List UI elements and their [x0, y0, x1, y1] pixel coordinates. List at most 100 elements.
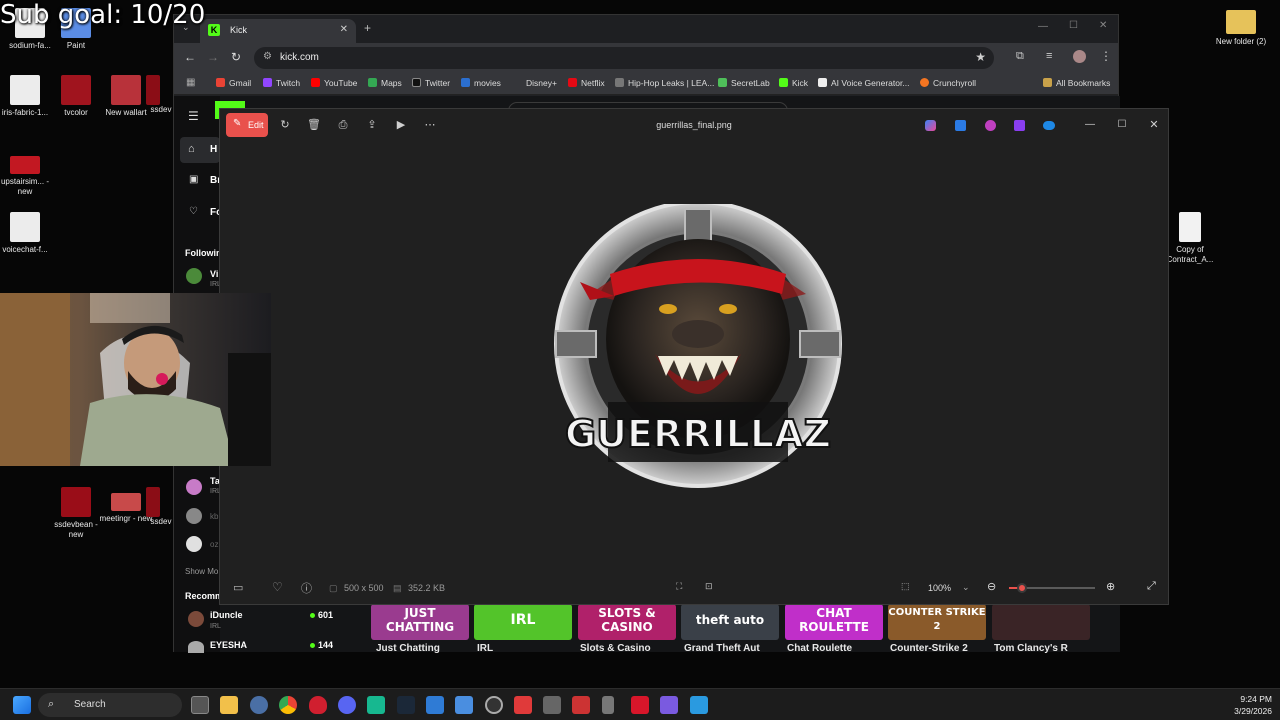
hamburger-icon[interactable]: ☰: [188, 109, 199, 123]
media-icon[interactable]: ≡: [1046, 50, 1052, 62]
favorite-heart-icon[interactable]: ♡: [272, 580, 283, 594]
bookmark-ai-voice[interactable]: AI Voice Generator...: [818, 78, 909, 88]
bookmark-netflix[interactable]: Netflix: [568, 78, 605, 88]
zoom-out-icon[interactable]: ⊖: [987, 580, 996, 593]
taskbar-search[interactable]: ⌕ Search: [38, 693, 182, 717]
copilot-icon[interactable]: [925, 120, 936, 131]
category-tile-just-chatting[interactable]: JUST CHATTING: [371, 604, 469, 640]
address-bar[interactable]: ⚙ kick.com ★: [254, 47, 994, 69]
zoom-in-icon[interactable]: ⊕: [1106, 580, 1115, 593]
show-more-link[interactable]: Show Mo: [185, 567, 218, 576]
recommended-channel[interactable]: EYESHA 144: [188, 639, 338, 653]
bookmark-twitch[interactable]: Twitch: [263, 78, 300, 88]
zoom-slider[interactable]: [1009, 583, 1095, 593]
app-capture-icon[interactable]: [572, 696, 590, 714]
clipchamp-icon[interactable]: [985, 120, 996, 131]
bookmark-disney[interactable]: Disney+: [526, 78, 557, 88]
app-device-icon[interactable]: [602, 696, 614, 714]
maximize-icon[interactable]: ☐: [1069, 20, 1078, 31]
category-tile-slots[interactable]: SLOTS & CASINO: [578, 604, 676, 640]
app-a-icon[interactable]: [631, 696, 649, 714]
bookmark-maps[interactable]: Maps: [368, 78, 402, 88]
desktop-icon-partial[interactable]: ssdev: [146, 75, 176, 115]
task-view-icon[interactable]: [191, 696, 209, 714]
fit-window-icon[interactable]: ⬚: [901, 581, 910, 592]
nav-home[interactable]: ⌂ H: [180, 137, 220, 163]
close-window-icon[interactable]: ✕: [1099, 20, 1107, 31]
steam-icon[interactable]: [397, 696, 415, 714]
profile-avatar[interactable]: [1073, 50, 1086, 63]
bookmark-movies[interactable]: movies: [461, 78, 501, 88]
maximize-icon[interactable]: ☐: [1115, 118, 1129, 132]
channel-name: oz: [210, 540, 219, 549]
reload-icon[interactable]: ↻: [231, 50, 241, 64]
desktop-icon-upstairs[interactable]: upstairsim... - new: [0, 150, 55, 197]
category-label[interactable]: Tom Clancy's R: [994, 643, 1068, 654]
designer-icon[interactable]: [955, 120, 966, 131]
obs-icon[interactable]: [485, 696, 503, 714]
tab-kick[interactable]: K Kick ✕: [200, 19, 356, 43]
bookmark-secretlab[interactable]: SecretLab: [718, 78, 770, 88]
file-explorer-icon[interactable]: [220, 696, 238, 714]
bookmark-gmail[interactable]: Gmail: [216, 78, 251, 88]
category-tile-cs2[interactable]: COUNTER STRIKE 2: [888, 604, 986, 640]
category-label[interactable]: Counter-Strike 2: [890, 643, 968, 654]
discord-icon[interactable]: [338, 696, 356, 714]
app-v-icon[interactable]: [660, 696, 678, 714]
app-gray-icon[interactable]: [543, 696, 561, 714]
app-blue-icon[interactable]: [426, 696, 444, 714]
nav-browse[interactable]: ▣ Br: [180, 169, 221, 193]
bookmark-star-icon[interactable]: ★: [975, 50, 986, 64]
system-clock[interactable]: 9:24 PM 3/29/2026: [1234, 693, 1272, 717]
close-icon[interactable]: ✕: [1147, 118, 1161, 132]
new-tab-icon[interactable]: +: [364, 21, 371, 35]
forward-icon[interactable]: →: [207, 50, 219, 64]
bookmark-crunchyroll[interactable]: Crunchyroll: [920, 78, 976, 88]
chrome-icon[interactable]: [279, 696, 297, 714]
bookmark-twitter[interactable]: Twitter: [412, 78, 450, 88]
ocr-scan-icon[interactable]: ⛶: [676, 581, 682, 592]
category-label[interactable]: Grand Theft Aut: [684, 643, 760, 654]
desktop-icon-new-folder[interactable]: New folder (2): [1211, 8, 1271, 47]
paint-app-icon[interactable]: [1014, 120, 1025, 131]
category-tile-r6[interactable]: [992, 604, 1090, 640]
desktop-icon-voicechat[interactable]: voicechat-f...: [0, 212, 55, 255]
bookmark-hiphop[interactable]: Hip-Hop Leaks | LEA...: [615, 78, 714, 88]
close-tab-icon[interactable]: ✕: [340, 24, 348, 35]
nav-following[interactable]: ♡ Fo: [180, 201, 222, 225]
apps-grid-icon[interactable]: ▦: [186, 77, 195, 88]
category-tile-gta[interactable]: theft auto: [681, 604, 779, 640]
photos-app-icon[interactable]: [690, 696, 708, 714]
site-info-icon[interactable]: ⚙: [263, 51, 272, 62]
bookmark-youtube[interactable]: YouTube: [311, 78, 357, 88]
category-label[interactable]: IRL: [477, 643, 493, 654]
all-bookmarks[interactable]: All Bookmarks: [1043, 78, 1110, 88]
back-icon[interactable]: ←: [184, 50, 196, 64]
info-icon[interactable]: ⓘ: [301, 580, 312, 596]
app-red-icon[interactable]: [514, 696, 532, 714]
bookmark-kick[interactable]: Kick: [779, 78, 808, 88]
category-label[interactable]: Just Chatting: [376, 643, 440, 654]
menu-icon[interactable]: ⋮: [1100, 49, 1112, 63]
notepad-icon[interactable]: [455, 696, 473, 714]
desktop-icon-partial-2[interactable]: ssdev: [146, 487, 176, 527]
desktop-icon-contract[interactable]: Copy of Contract_A...: [1160, 212, 1220, 265]
settings-icon[interactable]: [250, 696, 268, 714]
app-green-icon[interactable]: [367, 696, 385, 714]
valorant-icon[interactable]: [309, 696, 327, 714]
category-label[interactable]: Slots & Casino: [580, 643, 651, 654]
recommended-channel[interactable]: iDuncle IRL 601: [188, 609, 338, 633]
zoom-level-dropdown[interactable]: 100% ⌄: [920, 577, 972, 599]
minimize-icon[interactable]: —: [1083, 118, 1097, 132]
extensions-icon[interactable]: ⧉: [1016, 50, 1024, 63]
minimize-icon[interactable]: —: [1038, 21, 1048, 32]
onedrive-icon[interactable]: [1043, 121, 1055, 130]
visual-search-icon[interactable]: ⊡: [705, 581, 713, 592]
category-tile-irl[interactable]: IRL: [474, 604, 572, 640]
filmstrip-icon[interactable]: ▭: [233, 581, 243, 594]
fullscreen-icon[interactable]: ⤢: [1147, 580, 1156, 593]
start-windows-icon[interactable]: [13, 696, 31, 714]
category-label[interactable]: Chat Roulette: [787, 643, 852, 654]
zoom-slider-thumb[interactable]: [1016, 583, 1027, 593]
category-tile-chat-roulette[interactable]: CHAT ROULETTE: [785, 604, 883, 640]
